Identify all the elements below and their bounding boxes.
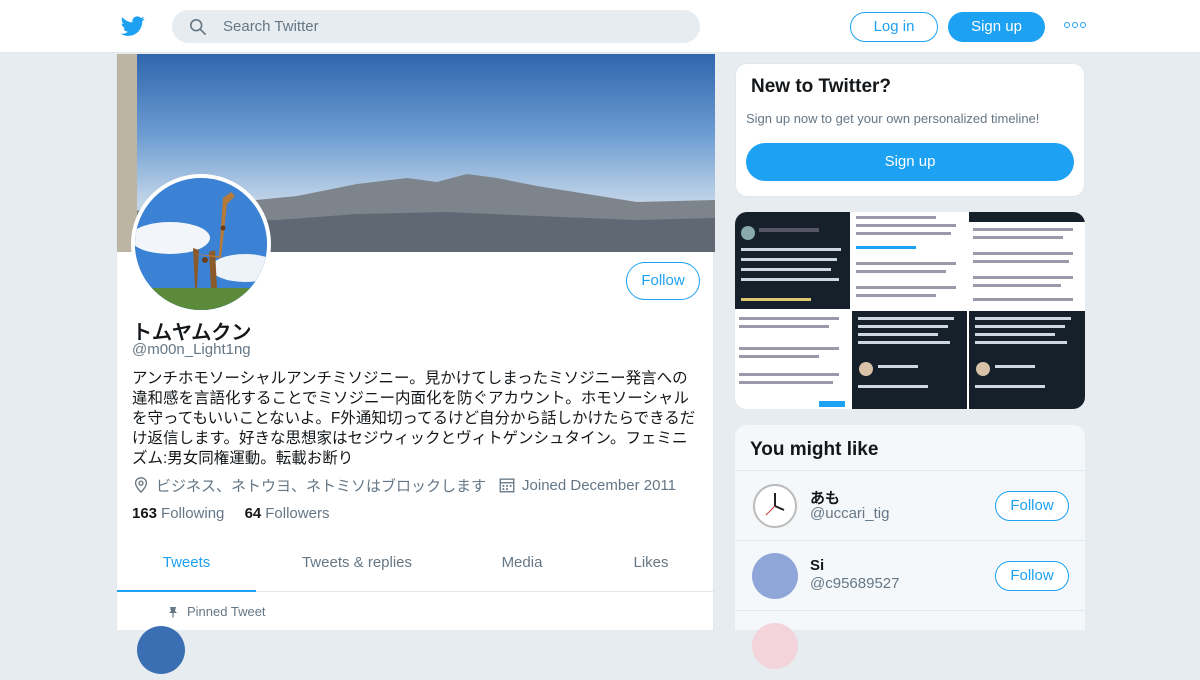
new-to-twitter-title: New to Twitter? xyxy=(751,76,892,97)
you-might-like-title: You might like xyxy=(750,439,879,460)
search-box xyxy=(172,10,700,43)
suggested-account-handle: @uccari_tig xyxy=(810,505,890,522)
suggested-account[interactable] xyxy=(735,610,1085,680)
suggested-account-handle: @c95689527 xyxy=(810,575,900,592)
media-thumb[interactable] xyxy=(969,212,1085,309)
followers-count: 64 xyxy=(244,505,262,522)
suggested-account-name[interactable]: Si xyxy=(810,557,824,574)
tab-tweets-and-replies[interactable]: Tweets & replies xyxy=(277,544,437,592)
profile-tabs: Tweets Tweets & replies Media Likes xyxy=(117,544,715,592)
pinned-tweet-header: Pinned Tweet xyxy=(167,604,266,619)
clock-avatar xyxy=(752,483,798,529)
profile-meta: ビジネス、ネトウヨ、ネトミソはブロックします Joined December 2… xyxy=(132,474,676,496)
tab-media[interactable]: Media xyxy=(487,544,557,592)
media-grid xyxy=(735,212,1085,409)
profile-bio: アンチホモソーシャルアンチミソジニー。見かけてしまったミソジニー発言への違和感を… xyxy=(132,370,696,467)
pin-icon xyxy=(169,606,177,617)
blue-circle-avatar xyxy=(752,553,798,599)
profile-joined-date: Joined December 2011 xyxy=(522,476,676,494)
new-to-twitter-subtitle: Sign up now to get your own personalized… xyxy=(746,111,1040,126)
pinned-label: Pinned Tweet xyxy=(187,604,266,619)
login-button[interactable]: Log in xyxy=(850,12,938,42)
media-thumb[interactable] xyxy=(969,311,1085,409)
follow-button[interactable]: Follow xyxy=(626,262,700,300)
media-thumb[interactable] xyxy=(735,311,850,409)
suggested-follow-button[interactable]: Follow xyxy=(995,491,1069,521)
suggested-account[interactable]: あも @uccari_tig Follow xyxy=(735,470,1085,540)
profile-stats: 163 Following 64 Followers xyxy=(132,505,345,522)
tab-tweets[interactable]: Tweets xyxy=(117,544,256,592)
media-thumb[interactable] xyxy=(852,212,967,309)
calendar-icon xyxy=(499,478,515,493)
top-nav: Log in Sign up xyxy=(0,0,1200,53)
new-to-twitter-card: New to Twitter? Sign up now to get your … xyxy=(735,63,1085,197)
profile-location: ビジネス、ネトウヨ、ネトミソはブロックします xyxy=(156,477,487,495)
more-dots-icon[interactable] xyxy=(1064,22,1086,30)
media-thumb[interactable] xyxy=(852,311,967,409)
profile-column: Follow トムヤムクン @m00n_Light1ng アンチホモソーシャルア… xyxy=(116,54,715,674)
search-input[interactable] xyxy=(223,11,683,42)
tweet-avatar[interactable] xyxy=(137,626,185,674)
followers-label: Followers xyxy=(265,505,330,522)
tab-likes[interactable]: Likes xyxy=(617,544,685,592)
following-count: 163 xyxy=(132,505,158,522)
following-label: Following xyxy=(161,505,225,522)
signup-button[interactable]: Sign up xyxy=(948,12,1045,42)
followers-stat[interactable]: 64 Followers xyxy=(245,505,330,522)
location-pin-icon xyxy=(134,477,148,494)
twitter-bird-icon[interactable] xyxy=(120,14,146,38)
following-stat[interactable]: 163 Following xyxy=(132,505,224,522)
profile-handle[interactable]: @m00n_Light1ng xyxy=(132,341,251,358)
suggested-follow-button[interactable]: Follow xyxy=(995,561,1069,591)
search-icon xyxy=(189,18,207,36)
profile-avatar[interactable] xyxy=(131,174,271,314)
sidebar-signup-button[interactable]: Sign up xyxy=(746,143,1074,181)
you-might-like-card: You might like あも @uccari_tig Follow Si … xyxy=(735,425,1085,669)
suggested-account[interactable]: Si @c95689527 Follow xyxy=(735,540,1085,610)
media-thumb[interactable] xyxy=(735,212,850,309)
